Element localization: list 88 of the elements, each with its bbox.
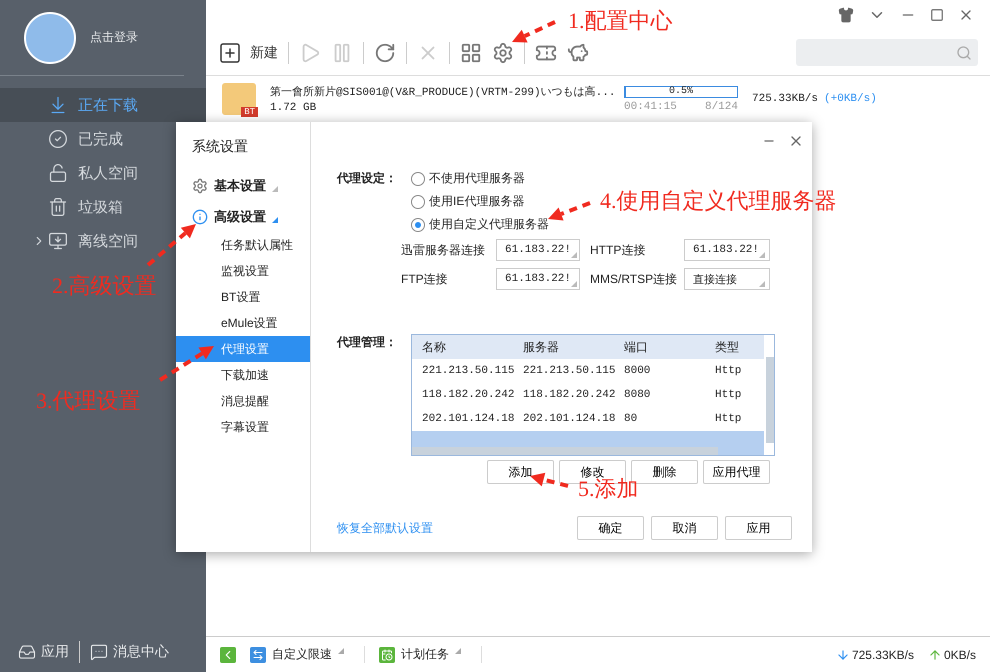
piece-count: 8/124: [704, 100, 738, 112]
connection-dropdown[interactable]: 直接连接: [684, 268, 770, 290]
settings-icon: [192, 178, 208, 194]
piggy-bank-icon[interactable]: [567, 42, 589, 64]
search-icon: [956, 44, 972, 60]
dashed-arrow: [512, 20, 556, 42]
new-button[interactable]: 新建: [218, 40, 278, 64]
elapsed-time: 00:41:15: [624, 100, 677, 112]
radio-option[interactable]: 使用自定义代理服务器: [411, 216, 549, 233]
column-header: 服务器: [523, 338, 560, 356]
settings-nav-item[interactable]: eMule设置: [176, 310, 310, 336]
table-cell-text: 118.182.20.242: [422, 389, 516, 401]
settings-nav-item[interactable]: 下载加速: [176, 362, 310, 388]
table-cell-text: 202.101.124.18: [523, 413, 616, 425]
dashed-arrow: [146, 224, 196, 267]
upload-speed-indicator: 0KB/s: [928, 648, 976, 662]
dashed-arrow: [548, 201, 591, 221]
dialog-button[interactable]: 确定: [577, 516, 644, 540]
settings-nav-item[interactable]: 消息提醒: [176, 388, 310, 414]
table-cell-text: 221.213.50.115: [523, 365, 616, 377]
status-item[interactable]: 自定义限速: [250, 646, 365, 663]
download-speed-indicator: 725.33KB/s: [836, 648, 914, 662]
table-cell-text: 118.182.20.242: [523, 389, 616, 401]
table-cell-text: Http: [715, 413, 742, 425]
settings-nav-item[interactable]: BT设置: [176, 284, 310, 310]
table-cell-text: 8080: [624, 389, 652, 401]
avatar[interactable]: [24, 12, 76, 64]
table-cell-text: Http: [715, 389, 742, 401]
new-icon: [218, 40, 242, 64]
table-cell-text: 80: [624, 413, 638, 425]
settings-icon[interactable]: [492, 42, 514, 64]
check-circle-icon: [48, 129, 68, 149]
swap-arrows-icon: [250, 646, 266, 662]
table-action-button[interactable]: 应用代理: [703, 460, 770, 484]
rotate-icon[interactable]: [374, 42, 396, 64]
proxy-manage-label: 代理管理：: [337, 334, 398, 351]
inbox-icon: [18, 643, 36, 661]
skin-icon[interactable]: [838, 7, 854, 23]
table-cell-text: 8000: [624, 365, 652, 377]
scrollbar[interactable]: [766, 357, 774, 443]
annotation-text: 4.使用自定义代理服务器: [600, 187, 836, 215]
radio-option[interactable]: 不使用代理服务器: [411, 170, 549, 187]
connection-dropdown[interactable]: 61.183.22!: [496, 268, 580, 290]
connection-label: HTTP连接: [589, 242, 646, 258]
column-header: 类型: [715, 338, 740, 356]
connection-dropdown[interactable]: 61.183.22!: [684, 239, 770, 261]
download-speed: 725.33KB/s: [752, 93, 818, 105]
boost-speed: (+0KB/s): [824, 93, 877, 105]
dialog-button[interactable]: 取消: [651, 516, 718, 540]
proxy-mode-label: 代理设定：: [337, 170, 398, 187]
column-header: 名称: [422, 338, 447, 356]
login-link[interactable]: 点击登录: [90, 29, 138, 46]
settings-nav-item[interactable]: 字幕设置: [176, 414, 310, 440]
dashed-arrow: [530, 472, 569, 488]
task-size: 1.72 GB: [270, 102, 318, 114]
connection-label: 迅雷服务器连接: [401, 242, 486, 258]
settings-nav-item[interactable]: 监视设置: [176, 258, 310, 284]
dashed-arrow: [158, 346, 214, 382]
progress-bar: 0.5%: [624, 86, 738, 98]
annotation-text: 1.配置中心: [568, 7, 672, 35]
radio-option[interactable]: 使用IE代理服务器: [411, 193, 549, 210]
table-cell-text: 202.101.124.18: [422, 413, 516, 425]
scrollbar[interactable]: [412, 447, 718, 455]
table-action-button[interactable]: 添加: [487, 460, 554, 484]
annotation-text: 3.代理设置: [36, 387, 140, 415]
monitor-download-icon: [48, 231, 68, 251]
table-cell-text: 221.213.50.115: [422, 365, 516, 377]
annotation-text: 2.高级设置: [52, 272, 156, 300]
table-cell-text: Http: [715, 365, 742, 377]
collapse-icon[interactable]: [220, 646, 236, 662]
connection-label: FTP连接: [401, 270, 449, 288]
status-item[interactable]: 计划任务: [379, 646, 482, 663]
apps-button[interactable]: 应用: [18, 643, 69, 661]
grid-icon[interactable]: [460, 42, 482, 64]
message-center-button[interactable]: 消息中心: [90, 643, 169, 661]
trash-icon: [48, 197, 68, 217]
connection-dropdown[interactable]: 61.183.22!: [496, 239, 580, 261]
dialog-title: 系统设置: [191, 138, 249, 156]
lock-icon: [48, 163, 68, 183]
info-icon: [192, 208, 208, 224]
message-icon: [90, 643, 108, 661]
file-type-tag: BT: [241, 107, 258, 117]
search-field[interactable]: [796, 39, 978, 66]
dialog-button[interactable]: 应用: [725, 516, 792, 540]
connection-label: MMS/RTSP连接: [589, 270, 678, 288]
maximize-icon[interactable]: [930, 8, 944, 22]
calendar-icon: [379, 646, 395, 662]
column-header: 端口: [624, 338, 649, 356]
